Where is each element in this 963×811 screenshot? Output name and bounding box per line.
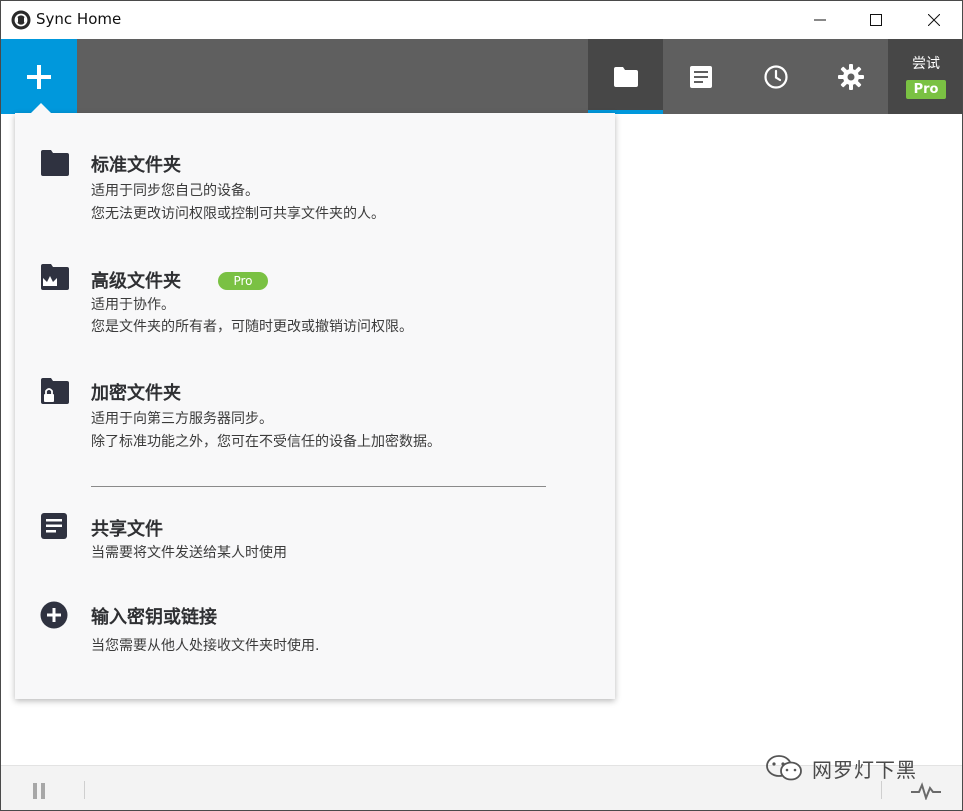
wechat-icon (766, 755, 802, 781)
menu-item-title: 输入密钥或链接 (91, 607, 217, 628)
plus-circle-icon (40, 601, 68, 629)
watermark: 网罗灯下黑 (764, 753, 917, 783)
gear-icon (837, 63, 864, 90)
close-button[interactable] (911, 1, 957, 39)
watermark-text: 网罗灯下黑 (812, 757, 917, 782)
title-bar: Sync Home (1, 1, 962, 39)
menu-item-description: 您无法更改访问权限或控制可共享文件夹的人。 (91, 206, 385, 222)
plus-icon (27, 64, 51, 89)
menu-item-description: 适用于协作。 (91, 297, 175, 313)
menu-item-standard-folder[interactable]: 标准文件夹 适用于同步您自己的设备。 您无法更改访问权限或控制可共享文件夹的人。 (15, 143, 615, 233)
menu-item-description: 除了标准功能之外，您可在不受信任的设备上加密数据。 (91, 434, 441, 450)
menu-pointer (31, 103, 51, 113)
close-icon (928, 14, 940, 26)
minimize-icon (814, 19, 826, 21)
menu-item-description: 适用于同步您自己的设备。 (91, 183, 259, 199)
pro-badge: Pro (218, 272, 268, 290)
menu-item-description: 当需要将文件发送给某人时使用 (91, 545, 287, 561)
folder-icon (41, 150, 69, 176)
trial-pro-button[interactable]: 尝试 Pro (888, 39, 962, 114)
tab-files[interactable] (663, 39, 738, 114)
menu-item-description: 您是文件夹的所有者，可随时更改或撤销访问权限。 (91, 319, 413, 335)
clock-icon (763, 64, 788, 89)
status-divider (881, 781, 882, 799)
activity-icon[interactable] (911, 782, 941, 800)
menu-item-encrypted-folder[interactable]: 加密文件夹 适用于向第三方服务器同步。 除了标准功能之外，您可在不受信任的设备上… (15, 373, 615, 463)
menu-item-title: 共享文件 (91, 519, 163, 540)
maximize-icon (870, 14, 882, 26)
tab-folders[interactable] (588, 39, 663, 114)
add-folder-menu: 标准文件夹 适用于同步您自己的设备。 您无法更改访问权限或控制可共享文件夹的人。… (15, 113, 615, 699)
folder-icon (613, 66, 638, 87)
main-toolbar: 尝试 Pro (1, 39, 962, 114)
menu-item-advanced-folder[interactable]: 高级文件夹 Pro 适用于协作。 您是文件夹的所有者，可随时更改或撤销访问权限。 (15, 259, 615, 349)
window-title: Sync Home (36, 10, 122, 28)
tab-history[interactable] (738, 39, 813, 114)
pause-icon[interactable] (31, 783, 47, 799)
minimize-button[interactable] (797, 1, 843, 39)
menu-item-description: 适用于向第三方服务器同步。 (91, 411, 273, 427)
tab-settings[interactable] (813, 39, 888, 114)
sync-logo-icon (11, 10, 31, 30)
menu-item-title: 加密文件夹 (91, 383, 181, 404)
crown-folder-icon (41, 264, 69, 290)
trial-label: 尝试 (912, 56, 940, 72)
menu-divider (91, 486, 546, 487)
document-icon (689, 65, 712, 88)
menu-item-description: 当您需要从他人处接收文件夹时使用. (91, 638, 320, 654)
status-divider (84, 781, 85, 799)
pro-badge: Pro (906, 80, 946, 99)
menu-item-title: 高级文件夹 (91, 271, 181, 292)
lock-folder-icon (41, 378, 69, 404)
menu-item-enter-key-or-link[interactable]: 输入密钥或链接 当您需要从他人处接收文件夹时使用. (15, 600, 615, 660)
menu-item-share-files[interactable]: 共享文件 当需要将文件发送给某人时使用 (15, 510, 615, 570)
maximize-button[interactable] (853, 1, 899, 39)
sync-home-window: Sync Home 尝试 Pro 标准文件夹 适用于同步您自己的设备。 您无法更… (0, 0, 963, 811)
document-icon (41, 513, 67, 539)
menu-item-title: 标准文件夹 (91, 155, 181, 176)
